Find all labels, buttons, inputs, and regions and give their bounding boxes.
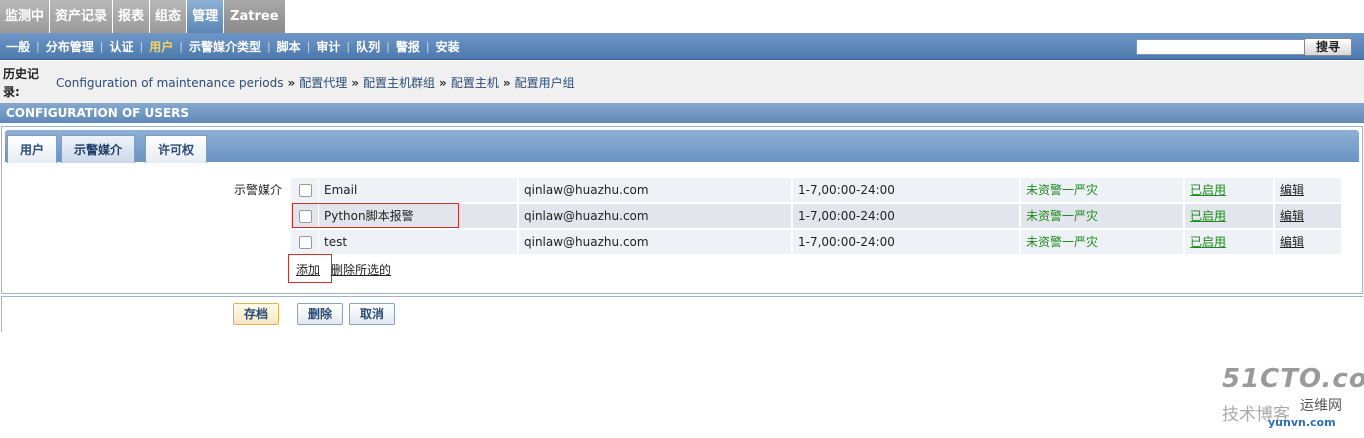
delete-selected-link[interactable]: 删除所选的 — [331, 261, 391, 278]
row-checkbox[interactable] — [299, 236, 312, 249]
sub-nav-general[interactable]: 一般 — [0, 38, 36, 55]
media-status-link[interactable]: 已启用 — [1190, 235, 1226, 249]
sub-nav-scripts[interactable]: 脚本 — [271, 38, 307, 55]
top-tab-configuration[interactable]: 组态 — [150, 0, 187, 33]
sub-nav-users[interactable]: 用户 — [143, 38, 179, 55]
media-status-link[interactable]: 已启用 — [1190, 183, 1226, 197]
watermark-tag: 运维网 — [1300, 398, 1342, 414]
cancel-button[interactable]: 取消 — [349, 303, 396, 325]
form-tab-strip: 用户 示警媒介 许可权 — [5, 130, 1359, 163]
breadcrumb-proxies[interactable]: 配置代理 — [299, 76, 347, 90]
add-media-link[interactable]: 添加 — [296, 261, 320, 278]
breadcrumb-hosts[interactable]: 配置主机 — [451, 76, 499, 90]
breadcrumb-separator: » — [502, 76, 511, 90]
tab-permissions[interactable]: 许可权 — [145, 135, 208, 163]
media-period: 1-7,00:00-24:00 — [793, 230, 1019, 254]
media-field-label: 示警媒介 — [234, 183, 283, 197]
annotation-highlight-box — [292, 203, 459, 228]
media-type: test — [319, 230, 517, 254]
section-title: CONFIGURATION OF USERS — [0, 103, 1364, 123]
breadcrumb-host-groups[interactable]: 配置主机群组 — [363, 76, 435, 90]
sub-nav-audit[interactable]: 审计 — [310, 38, 346, 55]
sub-nav-notifications[interactable]: 警报 — [390, 38, 426, 55]
breadcrumb-maintenance[interactable]: Configuration of maintenance periods — [56, 76, 283, 90]
media-severity: 未资警一严灾 — [1021, 178, 1183, 202]
save-button[interactable]: 存档 — [233, 303, 280, 325]
media-type: Email — [319, 178, 517, 202]
top-nav: 监测中 资产记录 报表 组态 管理 Zatree — [0, 0, 286, 33]
breadcrumb-separator: » — [287, 76, 296, 90]
breadcrumb-separator: » — [439, 76, 447, 90]
top-tab-monitoring[interactable]: 监测中 — [0, 0, 50, 33]
top-tab-inventory[interactable]: 资产记录 — [50, 0, 113, 33]
media-severity: 未资警一严灾 — [1021, 204, 1183, 228]
top-tab-zatree[interactable]: Zatree — [224, 0, 285, 33]
sub-nav: 一般 | 分布管理 | 认证 | 用户 | 示警媒介类型 | 脚本 | 审计 | 队列 | 警报… — [0, 33, 1364, 60]
search-button[interactable]: 搜寻 — [1304, 38, 1352, 56]
sub-nav-queue[interactable]: 队列 — [350, 38, 386, 55]
history-label: 历史记录: — [3, 67, 40, 99]
sub-nav-authentication[interactable]: 认证 — [103, 38, 139, 55]
media-period: 1-7,00:00-24:00 — [793, 178, 1019, 202]
sub-nav-installation[interactable]: 安装 — [430, 38, 466, 55]
media-period: 1-7,00:00-24:00 — [793, 204, 1019, 228]
search-input[interactable] — [1136, 39, 1308, 55]
sub-nav-distributed[interactable]: 分布管理 — [40, 38, 100, 55]
watermark-logo: 51CTO.com 技术博客 运维网 yunvn.com — [1218, 360, 1364, 436]
top-tab-administration[interactable]: 管理 — [187, 0, 224, 33]
breadcrumb-separator: » — [351, 76, 360, 90]
form-footer — [1, 296, 1363, 332]
delete-button[interactable]: 删除 — [297, 303, 344, 325]
top-tab-reports[interactable]: 报表 — [113, 0, 150, 33]
tab-user[interactable]: 用户 — [7, 135, 58, 163]
media-severity: 未资警一严灾 — [1021, 230, 1183, 254]
breadcrumb: Configuration of maintenance periods» 配置代… — [56, 74, 575, 91]
history-bar: 历史记录: Configuration of maintenance perio… — [0, 61, 1364, 103]
media-status-link[interactable]: 已启用 — [1190, 209, 1226, 223]
media-edit-link[interactable]: 编辑 — [1280, 209, 1304, 223]
sub-nav-media-types[interactable]: 示警媒介类型 — [183, 38, 267, 55]
row-checkbox[interactable] — [299, 184, 312, 197]
media-edit-link[interactable]: 编辑 — [1280, 235, 1304, 249]
tab-media[interactable]: 示警媒介 — [61, 135, 136, 163]
media-sendto: qinlaw@huazhu.com — [519, 230, 791, 254]
breadcrumb-user-groups[interactable]: 配置用户组 — [515, 76, 575, 90]
media-sendto: qinlaw@huazhu.com — [519, 178, 791, 202]
watermark-brand: 51CTO.com — [1222, 364, 1364, 394]
media-sendto: qinlaw@huazhu.com — [519, 204, 791, 228]
media-edit-link[interactable]: 编辑 — [1280, 183, 1304, 197]
watermark-url: yunvn.com — [1268, 416, 1336, 429]
